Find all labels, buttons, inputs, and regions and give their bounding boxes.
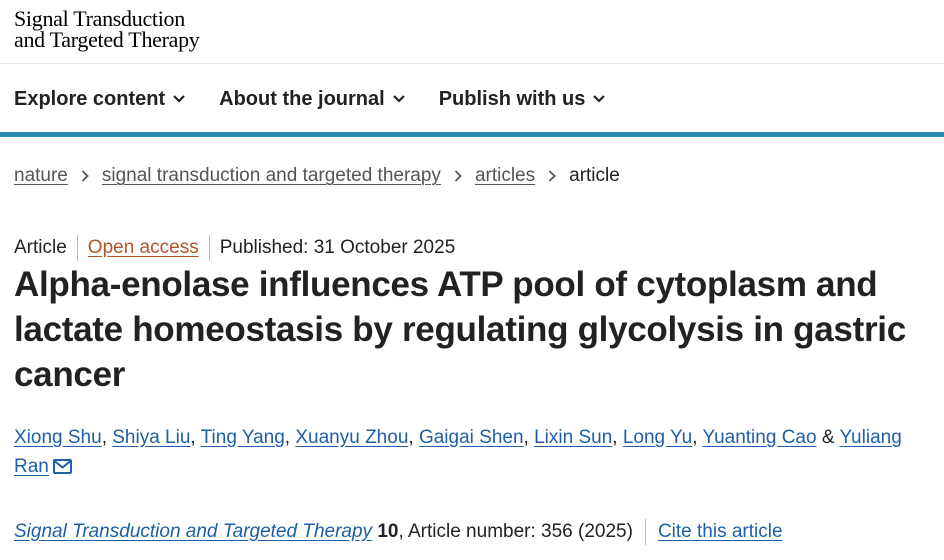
- author-separator: ,: [692, 427, 703, 448]
- author-link[interactable]: Xiong Shu: [14, 427, 102, 448]
- author-separator: ,: [190, 427, 201, 448]
- citation-details: 10, Article number: 356 (2025): [372, 521, 633, 543]
- journal-logo-line1: Signal Transduction: [14, 6, 185, 31]
- nav-publish-with-us[interactable]: Publish with us: [439, 84, 606, 114]
- published-date: Published: 31 October 2025: [219, 237, 456, 258]
- open-access-link[interactable]: Open access: [88, 237, 199, 259]
- author-link[interactable]: Long Yu: [623, 427, 692, 448]
- chevron-down-icon: [392, 95, 405, 103]
- nav-accent-bar: [0, 132, 944, 137]
- author-link[interactable]: Shiya Liu: [112, 427, 190, 448]
- journal-logo[interactable]: Signal Transduction and Targeted Therapy: [14, 6, 200, 52]
- citation-journal-link[interactable]: Signal Transduction and Targeted Therapy: [14, 521, 372, 543]
- author-link[interactable]: Yuanting Cao: [702, 427, 816, 448]
- breadcrumb-journal[interactable]: signal transduction and targeted therapy: [102, 165, 441, 187]
- author-list: Xiong Shu, Shiya Liu, Ting Yang, Xuanyu …: [14, 423, 929, 483]
- chevron-right-icon: [454, 170, 462, 182]
- cite-divider: [644, 519, 646, 545]
- author-last-separator: &: [816, 427, 840, 448]
- meta-divider: [208, 235, 210, 261]
- author-separator: ,: [523, 427, 535, 448]
- article-meta: Article Open access Published: 31 Octobe…: [14, 235, 455, 261]
- header-divider: [0, 63, 944, 64]
- nav-about-journal-label: About the journal: [219, 87, 385, 110]
- article-type: Article: [14, 237, 67, 258]
- breadcrumb: nature signal transduction and targeted …: [14, 165, 620, 187]
- nav-explore-content-label: Explore content: [14, 87, 166, 110]
- breadcrumb-current: article: [569, 165, 620, 186]
- chevron-down-icon: [593, 95, 606, 103]
- journal-logo-line2: and Targeted Therapy: [14, 27, 200, 52]
- author-separator: ,: [408, 427, 419, 448]
- article-title: Alpha-enolase influences ATP pool of cyt…: [14, 265, 906, 394]
- nav-explore-content[interactable]: Explore content: [14, 84, 185, 114]
- main-nav: Explore content About the journal Publis…: [14, 84, 639, 114]
- citation-volume: 10: [377, 521, 399, 542]
- citation-article-number: , Article number: 356 (2025): [398, 521, 633, 542]
- author-separator: ,: [284, 427, 296, 448]
- author-link[interactable]: Ting Yang: [201, 427, 285, 448]
- author-separator: ,: [612, 427, 623, 448]
- nav-about-journal[interactable]: About the journal: [219, 84, 405, 114]
- citation-line: Signal Transduction and Targeted Therapy…: [14, 519, 783, 545]
- author-link[interactable]: Xuanyu Zhou: [295, 427, 408, 448]
- mail-icon[interactable]: [52, 454, 72, 483]
- chevron-right-icon: [548, 170, 556, 182]
- chevron-down-icon: [173, 95, 185, 103]
- author-link[interactable]: Gaigai Shen: [419, 427, 524, 448]
- cite-this-article-link[interactable]: Cite this article: [658, 521, 783, 543]
- author-link[interactable]: Lixin Sun: [534, 427, 612, 448]
- breadcrumb-articles[interactable]: articles: [475, 165, 535, 187]
- nav-publish-with-us-label: Publish with us: [438, 87, 586, 110]
- author-separator: ,: [101, 427, 113, 448]
- meta-divider: [76, 235, 78, 261]
- chevron-right-icon: [81, 170, 89, 182]
- breadcrumb-nature[interactable]: nature: [14, 165, 68, 187]
